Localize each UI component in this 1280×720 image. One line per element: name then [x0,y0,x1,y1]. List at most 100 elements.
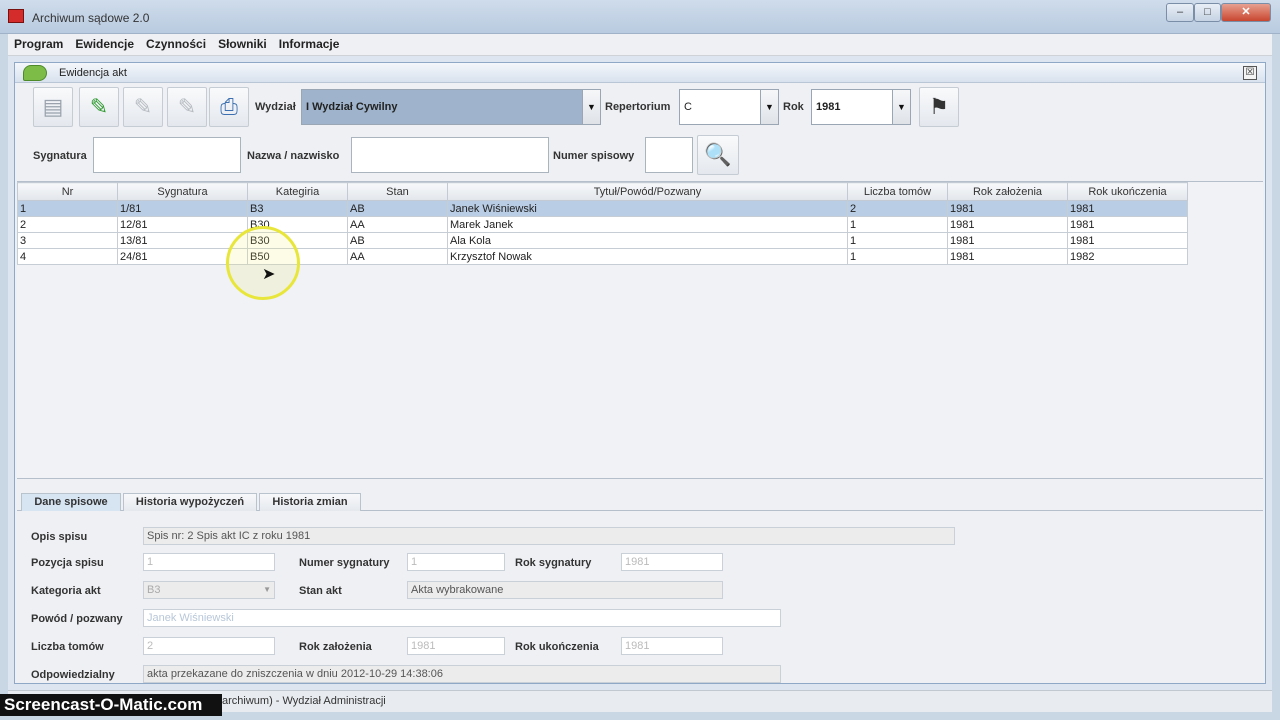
opis-spisu-field[interactable]: Spis nr: 2 Spis akt IC z roku 1981 [143,527,955,545]
cell: AB [347,232,448,249]
numer-spisowy-label: Numer spisowy [553,150,635,162]
wydzial-select[interactable]: I Wydział Cywilny ▼ [301,89,601,125]
stan-akt-field[interactable]: Akta wybrakowane [407,581,723,599]
cell: 1981 [1067,216,1188,233]
rok-zalozenia-field[interactable]: 1981 [407,637,505,655]
sygnatura-input[interactable] [93,137,241,173]
cell: 1981 [1067,232,1188,249]
table-row[interactable]: 2 12/81 B30 AA Marek Janek 1 1981 1981 [17,216,1188,233]
column-stan[interactable]: Stan [347,182,448,201]
table-row[interactable]: 3 13/81 B30 AB Ala Kola 1 1981 1981 [17,232,1188,249]
edit-disabled-button[interactable]: ✎ [123,87,163,127]
app-window: Archiwum sądowe 2.0 – □ ✕ Program Ewidenc… [0,0,1280,720]
chevron-down-icon: ▼ [582,90,600,124]
app-icon [8,9,24,23]
repertorium-select[interactable]: C ▼ [679,89,779,125]
opis-spisu-label: Opis spisu [31,531,88,543]
kategoria-akt-select[interactable]: B3 ▼ [143,581,275,599]
pencil-grey-icon: ✎ [133,94,153,119]
frame-icon [23,65,47,81]
menu-informacje[interactable]: Informacje [273,34,346,54]
table-row[interactable]: 4 24/81 B50 AA Krzysztof Nowak 1 1981 1982 [17,248,1188,265]
magnifier-icon: 🔍 [704,142,732,167]
cell: 3 [17,232,118,249]
cell: Ala Kola [447,232,848,249]
cell: 1981 [947,248,1068,265]
title-bar: Archiwum sądowe 2.0 – □ ✕ [0,0,1280,34]
close-button[interactable]: ✕ [1221,3,1271,22]
watermark-logo: Screencast-O-Matic.com [0,694,222,716]
sygnatura-label: Sygnatura [33,150,87,162]
window-title: Archiwum sądowe 2.0 [32,11,150,25]
tab-dane-spisowe[interactable]: Dane spisowe [21,493,121,511]
cell: AA [347,216,448,233]
cell: 1 [847,232,948,249]
cell: 1/81 [117,200,248,217]
numer-sygnatury-field[interactable]: 1 [407,553,505,571]
column-nr[interactable]: Nr [17,182,118,201]
cell: AA [347,248,448,265]
column-kategoria[interactable]: Kategiria [247,182,348,201]
table-row[interactable]: 1 1/81 B3 AB Janek Wiśniewski 2 1981 1981 [17,200,1188,217]
search-button[interactable]: 🔍 [697,135,739,175]
nazwa-input[interactable] [351,137,549,173]
frame-title: Ewidencja akt [59,67,127,79]
minimize-button[interactable]: – [1166,3,1194,22]
cell: 1 [847,248,948,265]
column-liczba-tomow[interactable]: Liczba tomów [847,182,948,201]
powod-pozwany-field[interactable]: Janek Wiśniewski [143,609,781,627]
frame-title-bar: Ewidencja akt ☒ [15,63,1265,83]
rok-value: 1981 [816,101,841,113]
frame-close-icon[interactable]: ☒ [1243,66,1257,80]
cell: 2 [17,216,118,233]
pozycja-spisu-field[interactable]: 1 [143,553,275,571]
akta-table-area: Nr Sygnatura Kategiria Stan Tytuł/Powód/… [17,181,1263,479]
details-panel: Opis spisu Spis nr: 2 Spis akt IC z roku… [17,511,1263,683]
column-tytul[interactable]: Tytuł/Powód/Pozwany [447,182,848,201]
cell: 4 [17,248,118,265]
finish-flag-button[interactable]: ⚑ [919,87,959,127]
pozycja-spisu-label: Pozycja spisu [31,557,104,569]
stan-akt-label: Stan akt [299,585,342,597]
liczba-tomow-label: Liczba tomów [31,641,104,653]
menu-ewidencje[interactable]: Ewidencje [69,34,140,54]
cell: 1981 [947,200,1068,217]
rok-ukonczenia-field[interactable]: 1981 [621,637,723,655]
cell: 12/81 [117,216,248,233]
odpowiedzialny-field[interactable]: akta przekazane do zniszczenia w dniu 20… [143,665,781,683]
edit-button[interactable]: ✎ [79,87,119,127]
liczba-tomow-field[interactable]: 2 [143,637,275,655]
tab-historia-zmian[interactable]: Historia zmian [259,493,361,511]
print-button[interactable]: ⎙ [209,87,249,127]
document-icon: ▤ [42,94,64,119]
cell: 2 [847,200,948,217]
cell: Marek Janek [447,216,848,233]
odpowiedzialny-label: Odpowiedzialny [31,669,115,681]
kategoria-akt-label: Kategoria akt [31,585,101,597]
cell: 13/81 [117,232,248,249]
cell: 1981 [1067,200,1188,217]
new-document-button[interactable]: ▤ [33,87,73,127]
numer-spisowy-input[interactable] [645,137,693,173]
column-rok-zalozenia[interactable]: Rok założenia [947,182,1068,201]
rok-sygnatury-field[interactable]: 1981 [621,553,723,571]
rok-select[interactable]: 1981 ▼ [811,89,911,125]
column-rok-ukonczenia[interactable]: Rok ukończenia [1067,182,1188,201]
menu-slowniki[interactable]: Słowniki [212,34,273,54]
checkered-flag-icon: ⚑ [929,94,949,119]
internal-frame-ewidencja: Ewidencja akt ☒ ▤ ✎ ✎ ✎ ⎙ Wydział I Wydz… [14,62,1266,684]
kategoria-akt-value: B3 [147,584,161,596]
mouse-pointer-icon: ➤ [262,266,276,283]
maximize-button[interactable]: □ [1194,3,1221,22]
menu-czynnosci[interactable]: Czynności [140,34,212,54]
tab-historia-wypozyczen[interactable]: Historia wypożyczeń [123,493,257,511]
repertorium-label: Repertorium [605,101,671,113]
powod-pozwany-label: Powód / pozwany [31,613,123,625]
cell: B3 [247,200,348,217]
menu-program[interactable]: Program [8,34,69,54]
detail-tabs: Dane spisowe Historia wypożyczeń Histori… [17,491,1263,511]
cursor-highlight-ring [226,226,300,300]
cell: 1981 [947,232,1068,249]
edit-disabled-button-2[interactable]: ✎ [167,87,207,127]
column-sygnatura[interactable]: Sygnatura [117,182,248,201]
